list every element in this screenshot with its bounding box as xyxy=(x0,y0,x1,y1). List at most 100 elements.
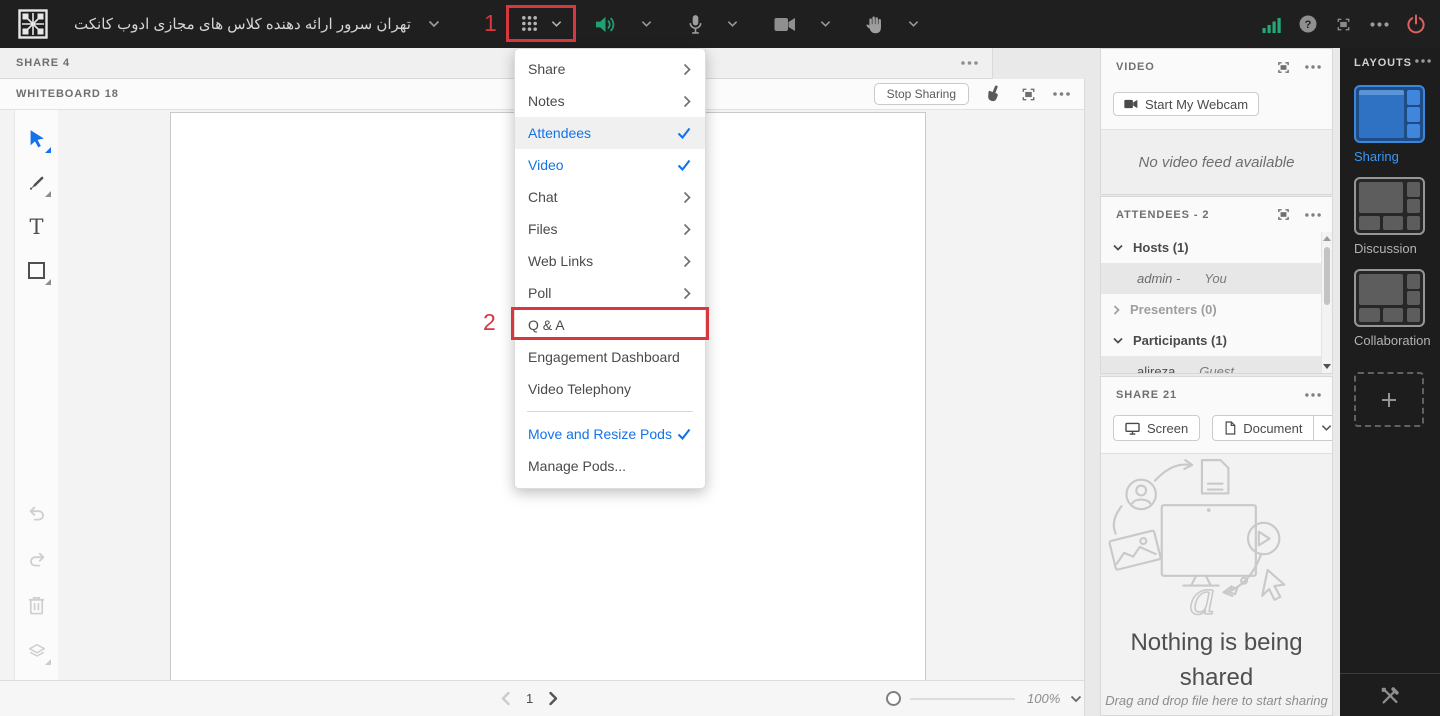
pen-tool-button[interactable] xyxy=(24,170,50,196)
menu-item-video-telephony[interactable]: Video Telephony xyxy=(515,373,705,405)
menu-item-poll[interactable]: Poll xyxy=(515,277,705,309)
more-options-icon[interactable] xyxy=(1370,22,1389,27)
layout-label-discussion[interactable]: Discussion xyxy=(1354,241,1417,256)
page-number: 1 xyxy=(526,691,533,706)
layout-label-collaboration[interactable]: Collaboration xyxy=(1354,333,1431,348)
whiteboard-toolbar: T xyxy=(14,110,58,680)
menu-item-web-links[interactable]: Web Links xyxy=(515,245,705,277)
speaker-icon[interactable] xyxy=(594,14,617,35)
share4-pod-header: SHARE 4 xyxy=(0,48,993,79)
room-menu-chevron-icon[interactable] xyxy=(428,20,440,28)
share-screen-button[interactable]: Screen xyxy=(1113,415,1200,441)
arrange-layers-button[interactable] xyxy=(24,638,50,664)
layout-thumbnail-sharing[interactable] xyxy=(1354,85,1425,143)
pointer-tool-icon[interactable] xyxy=(984,84,1004,104)
scroll-up-arrow-icon[interactable] xyxy=(1323,236,1331,241)
share21-pod: SHARE 21 Screen xyxy=(1100,376,1333,716)
menu-item-video[interactable]: Video xyxy=(515,149,705,181)
layouts-footer-divider xyxy=(1340,673,1440,674)
microphone-chevron-icon[interactable] xyxy=(727,20,738,28)
delete-button[interactable] xyxy=(24,592,50,618)
adobe-connect-logo-icon[interactable] xyxy=(18,9,48,39)
layouts-options-icon[interactable] xyxy=(1415,59,1431,63)
drag-drop-hint: Drag and drop file here to start sharing xyxy=(1101,693,1332,708)
shape-tool-button[interactable] xyxy=(24,258,50,284)
scroll-down-arrow-icon[interactable] xyxy=(1323,364,1331,369)
menu-item-engagement-dashboard[interactable]: Engagement Dashboard xyxy=(515,341,705,373)
previous-page-icon[interactable] xyxy=(500,691,511,706)
video-fullscreen-icon[interactable] xyxy=(1275,59,1292,76)
layout-label-sharing[interactable]: Sharing xyxy=(1354,149,1399,164)
checkmark-icon xyxy=(677,127,691,139)
layout-thumbnail-discussion[interactable] xyxy=(1354,177,1425,235)
zoom-control: 100% xyxy=(886,681,1082,716)
plus-icon xyxy=(1381,392,1397,408)
fullscreen-icon[interactable] xyxy=(1334,15,1353,34)
select-tool-button[interactable] xyxy=(24,126,50,152)
raise-hand-icon[interactable] xyxy=(865,14,884,35)
attendees-scrollbar[interactable] xyxy=(1321,232,1332,373)
attendee-row-admin[interactable]: admin - You xyxy=(1101,263,1332,294)
redo-button[interactable] xyxy=(24,546,50,572)
zoom-chevron-icon[interactable] xyxy=(1070,695,1082,703)
attendee-row-alireza[interactable]: alireza Guest xyxy=(1101,356,1332,374)
menu-item-share[interactable]: Share xyxy=(515,53,705,85)
speaker-chevron-icon[interactable] xyxy=(641,20,652,28)
share21-drop-area[interactable]: a Nothing is being shared Drag and drop … xyxy=(1101,453,1332,715)
connection-status-icon[interactable] xyxy=(1262,16,1282,33)
no-video-message: No video feed available xyxy=(1101,129,1332,194)
stop-sharing-button[interactable]: Stop Sharing xyxy=(874,83,969,105)
attendees-options-icon[interactable] xyxy=(1305,213,1321,217)
whiteboard-options-icon[interactable] xyxy=(1053,92,1070,96)
nothing-shared-title: Nothing is being shared xyxy=(1115,626,1319,696)
checkmark-icon xyxy=(677,428,691,440)
submenu-chevron-icon xyxy=(683,95,691,108)
collapse-chevron-icon xyxy=(1113,337,1123,344)
share21-options-icon[interactable] xyxy=(1305,393,1321,397)
manage-layouts-tools-icon[interactable] xyxy=(1379,685,1401,707)
menu-item-manage-pods[interactable]: Manage Pods... xyxy=(515,450,705,482)
video-options-icon[interactable] xyxy=(1305,65,1321,69)
attendees-fullscreen-icon[interactable] xyxy=(1275,206,1292,223)
submenu-chevron-icon xyxy=(683,63,691,76)
submenu-chevron-icon xyxy=(683,287,691,300)
document-icon xyxy=(1224,421,1236,435)
attendees-group-hosts[interactable]: Hosts (1) xyxy=(1101,232,1332,263)
zoom-slider-handle[interactable] xyxy=(886,691,901,706)
menu-item-chat[interactable]: Chat xyxy=(515,181,705,213)
zoom-slider-track[interactable] xyxy=(910,698,1015,700)
attendees-group-presenters[interactable]: Presenters (0) xyxy=(1101,294,1332,325)
menu-item-attendees[interactable]: Attendees xyxy=(515,117,705,149)
help-icon[interactable]: ? xyxy=(1299,15,1317,33)
room-title-area: تهران سرور ارائه دهنده کلاس های مجازی اد… xyxy=(74,0,440,48)
layout-thumbnail-collaboration[interactable] xyxy=(1354,269,1425,327)
submenu-chevron-icon xyxy=(683,191,691,204)
text-tool-button[interactable]: T xyxy=(24,214,50,240)
webcam-icon[interactable] xyxy=(774,17,796,32)
room-title: تهران سرور ارائه دهنده کلاس های مجازی اد… xyxy=(74,15,411,33)
webcam-chevron-icon[interactable] xyxy=(820,20,831,28)
av-controls xyxy=(594,0,919,48)
right-pods-column: VIDEO xyxy=(1093,48,1340,716)
add-layout-button[interactable] xyxy=(1354,372,1424,427)
menu-item-notes[interactable]: Notes xyxy=(515,85,705,117)
attendees-group-participants[interactable]: Participants (1) xyxy=(1101,325,1332,356)
menu-item-qa[interactable]: Q & A xyxy=(515,309,705,341)
share-document-button[interactable]: Document xyxy=(1212,415,1333,441)
svg-text:?: ? xyxy=(1305,19,1312,31)
document-dropdown-chevron-icon[interactable] xyxy=(1313,416,1333,440)
microphone-icon[interactable] xyxy=(688,14,703,35)
pods-menu-button[interactable] xyxy=(506,5,576,42)
raise-hand-chevron-icon[interactable] xyxy=(908,20,919,28)
undo-button[interactable] xyxy=(24,500,50,526)
next-page-icon[interactable] xyxy=(548,691,559,706)
end-meeting-power-icon[interactable] xyxy=(1406,14,1426,34)
scrollbar-thumb[interactable] xyxy=(1324,247,1330,305)
menu-item-move-resize-pods[interactable]: Move and Resize Pods xyxy=(515,418,705,450)
submenu-chevron-icon xyxy=(683,223,691,236)
whiteboard-fullscreen-icon[interactable] xyxy=(1019,85,1038,104)
share4-pod-options-icon[interactable] xyxy=(961,61,978,65)
adobe-connect-window: تهران سرور ارائه دهنده کلاس های مجازی اد… xyxy=(0,0,1440,716)
menu-item-files[interactable]: Files xyxy=(515,213,705,245)
start-webcam-button[interactable]: Start My Webcam xyxy=(1113,92,1259,116)
